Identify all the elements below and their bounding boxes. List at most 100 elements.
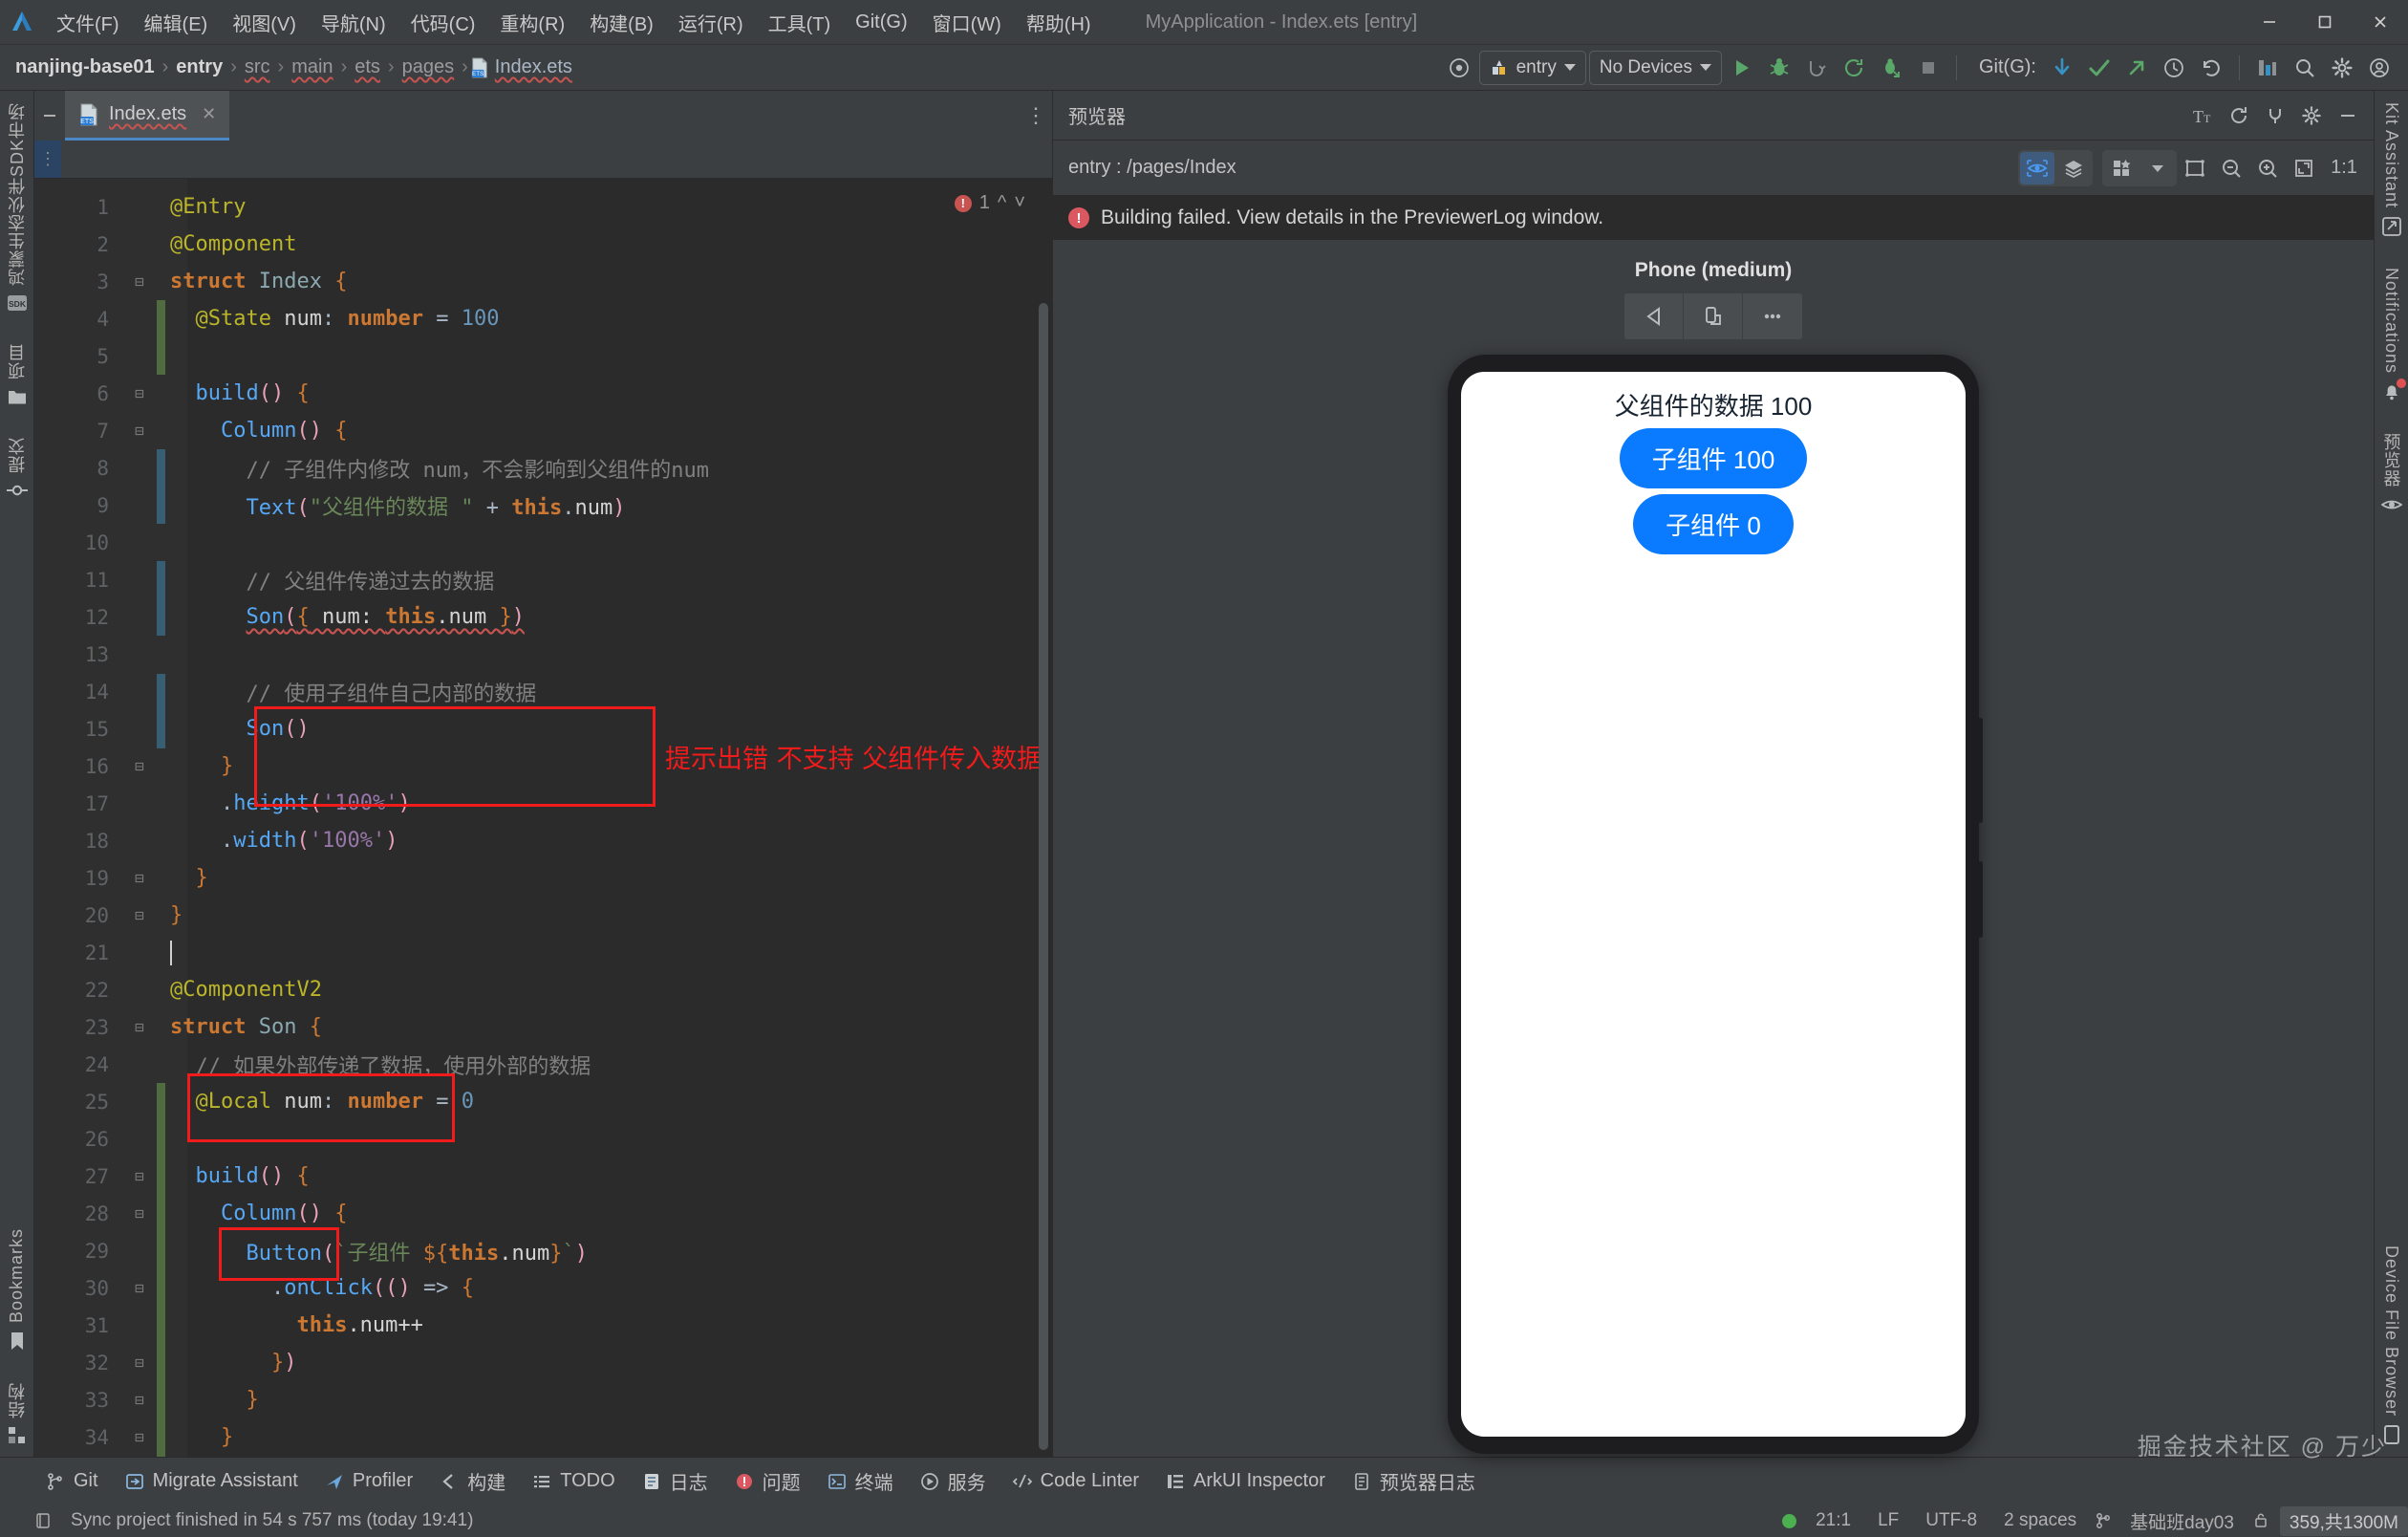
font-size-icon[interactable]: TT (2184, 98, 2221, 133)
code-line[interactable]: 5 (34, 337, 1052, 375)
menu-tools[interactable]: 工具(T) (756, 5, 844, 40)
code-line[interactable]: 7 ⊟ Column() { (34, 412, 1052, 449)
editor-gutter-handle[interactable]: ⋮ (34, 141, 61, 178)
menu-view[interactable]: 视图(V) (220, 5, 309, 40)
more-options-icon[interactable] (1743, 293, 1802, 339)
fit-frame-icon[interactable] (2177, 151, 2213, 185)
code-line[interactable]: 11 // 父组件传递过去的数据 (34, 561, 1052, 598)
rail-item-device-file-browser[interactable]: Device File Browser (2379, 1240, 2403, 1451)
breadcrumb-item-pages[interactable]: pages (397, 54, 461, 80)
rail-item-project[interactable]: 项目 (3, 337, 32, 412)
menu-navigate[interactable]: 导航(N) (309, 5, 398, 40)
code-line[interactable]: 27 ⊟ build() { (34, 1158, 1052, 1195)
code-line[interactable]: 29 Button(`子组件 ${this.num}`) (34, 1232, 1052, 1269)
next-highlight-icon[interactable]: ˅ (1014, 192, 1025, 214)
account-icon[interactable] (2362, 51, 2397, 85)
code-line[interactable]: 14 // 使用子组件自己内部的数据 (34, 673, 1052, 710)
code-line[interactable]: 8 // 子组件内修改 num，不会影响到父组件的num (34, 449, 1052, 487)
menu-code[interactable]: 代码(C) (398, 5, 488, 40)
code-line[interactable]: 28 ⊟ Column() { (34, 1195, 1052, 1232)
code-line[interactable]: 31 this.num++ (34, 1307, 1052, 1344)
toolwin-migrate-assistant[interactable]: Migrate Assistant (114, 1466, 310, 1496)
rail-item-notifications[interactable]: Notifications (2379, 262, 2406, 408)
line-separator[interactable]: LF (1870, 1508, 1906, 1533)
debug-button[interactable] (1762, 51, 1796, 85)
toolwin-arkui-inspector[interactable]: ArkUI Inspector (1154, 1466, 1337, 1496)
editor-options-icon[interactable]: ⋮ (1020, 91, 1052, 141)
gear-icon[interactable] (2293, 98, 2330, 133)
git-history-icon[interactable] (2157, 51, 2191, 85)
code-line[interactable]: 35⊟ } (34, 1456, 1052, 1457)
fold-marker[interactable]: ⊟ (122, 272, 157, 291)
code-line[interactable]: 33 ⊟ } (34, 1381, 1052, 1418)
menu-run[interactable]: 运行(R) (666, 5, 756, 40)
menu-help[interactable]: 帮助(H) (1014, 5, 1104, 40)
child-button-1[interactable]: 子组件 100 (1619, 428, 1808, 488)
collapse-tabs-button[interactable] (34, 91, 65, 141)
zoom-in-icon[interactable] (2249, 151, 2286, 185)
editor-tab-index-ets[interactable]: ETS Index.ets ✕ (65, 91, 230, 141)
back-icon[interactable] (1624, 293, 1684, 339)
breadcrumb-item-main[interactable]: main (286, 54, 338, 80)
toolwin-git[interactable]: Git (34, 1466, 110, 1496)
stop-button[interactable] (1911, 51, 1946, 85)
code-line[interactable]: 21 (34, 934, 1052, 971)
fold-marker[interactable]: ⊟ (122, 906, 157, 924)
gear-icon[interactable] (2325, 51, 2359, 85)
menu-edit[interactable]: 编辑(E) (132, 5, 221, 40)
breadcrumb-item-src[interactable]: src (239, 54, 276, 80)
git-update-project-icon[interactable] (2045, 51, 2079, 85)
refresh-icon[interactable] (2221, 98, 2257, 133)
device-selector[interactable]: No Devices (1588, 50, 1722, 85)
toolwin-services[interactable]: 服务 (909, 1463, 998, 1499)
menu-build[interactable]: 构建(B) (577, 5, 666, 40)
profile-button[interactable] (1799, 51, 1834, 85)
run-configuration-selector[interactable]: entry (1478, 50, 1586, 85)
close-button[interactable] (2353, 0, 2408, 45)
rotate-device-icon[interactable] (1684, 293, 1743, 339)
code-line[interactable]: 2 @Component (34, 226, 1052, 263)
hide-panel-icon[interactable] (2330, 98, 2366, 133)
editor-scrollbar[interactable] (1037, 179, 1050, 1457)
rerun-button[interactable] (1837, 51, 1871, 85)
layers-icon[interactable] (2056, 152, 2091, 184)
indent-setting[interactable]: 2 spaces (1996, 1508, 2084, 1533)
zoom-ratio-label[interactable]: 1:1 (2322, 151, 2366, 185)
rail-item-kit-assistant[interactable]: Kit Assistant (2379, 97, 2404, 243)
multi-device-icon[interactable] (2104, 152, 2139, 184)
settings-sync-icon[interactable] (1442, 51, 1476, 85)
close-icon[interactable]: ✕ (196, 104, 216, 124)
breadcrumb-item-ets[interactable]: ets (349, 54, 386, 80)
caret-position[interactable]: 21:1 (1808, 1508, 1859, 1533)
git-commit-icon[interactable] (2082, 51, 2117, 85)
fold-marker[interactable]: ⊟ (122, 757, 157, 775)
code-line[interactable]: 13 (34, 636, 1052, 673)
maximize-button[interactable] (2297, 0, 2353, 45)
toolwin-terminal[interactable]: 终端 (816, 1463, 905, 1499)
zoom-out-icon[interactable] (2213, 151, 2249, 185)
code-line[interactable]: 22 @ComponentV2 (34, 971, 1052, 1008)
fit-screen-icon[interactable] (2286, 151, 2322, 185)
menu-git[interactable]: Git(G) (843, 8, 919, 37)
inspect-eye-icon[interactable] (2020, 151, 2054, 184)
code-line[interactable]: 24 // 如果外部传递了数据，使用外部的数据 (34, 1046, 1052, 1083)
code-line[interactable]: 17 .height('100%') (34, 785, 1052, 822)
code-line[interactable]: 20 ⊟} (34, 897, 1052, 934)
fold-marker[interactable]: ⊟ (122, 1279, 157, 1297)
attach-debugger-button[interactable] (1874, 51, 1908, 85)
rail-item-sdk-market[interactable]: 鸿蒙生态伙伴SDK市场 SDK (3, 97, 32, 318)
minimize-button[interactable] (2242, 0, 2297, 45)
code-line[interactable]: 23 ⊟ struct Son { (34, 1008, 1052, 1046)
toolwin-log[interactable]: 日志 (631, 1463, 720, 1499)
fold-marker[interactable]: ⊟ (122, 422, 157, 440)
lock-icon[interactable] (2253, 1512, 2268, 1529)
plug-icon[interactable] (2257, 98, 2293, 133)
code-line[interactable]: 10 (34, 524, 1052, 561)
menu-refactor[interactable]: 重构(R) (487, 5, 577, 40)
code-line[interactable]: 34 ⊟ } (34, 1418, 1052, 1456)
editor-inspection-counter[interactable]: ! 1 ^ ˅ (954, 192, 1025, 214)
rail-item-bookmarks[interactable]: Bookmarks (5, 1223, 29, 1357)
code-line[interactable]: 25 @Local num: number = 0 (34, 1083, 1052, 1120)
code-line[interactable]: 12 Son({ num: this.num }) (34, 598, 1052, 636)
fold-marker[interactable]: ⊟ (122, 869, 157, 887)
